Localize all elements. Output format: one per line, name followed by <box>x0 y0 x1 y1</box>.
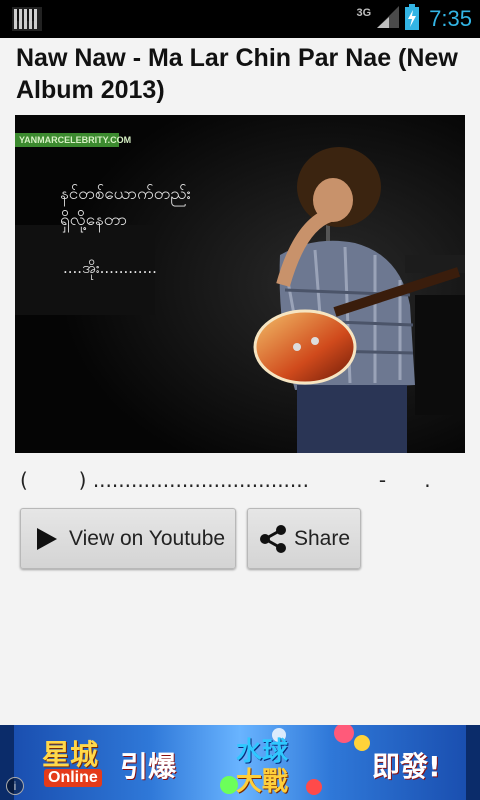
ad-banner-image: 星城 Online 引爆 水球 大戰 即發! <box>14 725 466 800</box>
watermark-label: YANMARCELEBRITY.COM <box>15 133 131 147</box>
ad-headline-left: 引爆 <box>120 750 177 783</box>
view-on-youtube-label: View on Youtube <box>69 526 226 550</box>
share-label: Share <box>294 526 351 550</box>
network-type-label: 3G <box>356 7 372 19</box>
play-icon <box>37 527 57 550</box>
app-notification-icon <box>12 7 42 31</box>
clock: 7:35 <box>429 6 472 31</box>
ad-info-icon[interactable]: i <box>6 777 24 795</box>
image-caption-line: ....အိုး............ <box>63 259 157 277</box>
battery-charging-icon <box>405 3 420 35</box>
status-bar: 3G 7:35 <box>0 0 480 38</box>
post-title: Naw Naw - Ma Lar Chin Par Nae (New Album… <box>16 44 458 104</box>
image-caption-line: ရှိလို့နေတာ <box>60 210 128 230</box>
image-caption-line: နင်တစ်ယောက်တည်း <box>60 184 192 204</box>
ad-banner[interactable]: 星城 Online 引爆 水球 大戰 即發! i <box>0 725 480 800</box>
view-on-youtube-button[interactable]: View on Youtube <box>20 508 236 569</box>
share-icon <box>258 524 288 554</box>
ad-headline-right: 即發! <box>372 750 441 783</box>
ad-online-text: Online <box>44 769 102 787</box>
ad-brand-text: 星城 <box>42 738 99 771</box>
ad-game-title-bottom: 大戰 <box>236 767 289 797</box>
signal-icon <box>377 5 400 33</box>
album-cover-image: YANMARCELEBRITY.COM နင်တစ်ယောက်တည်း ရှိလ… <box>15 115 465 453</box>
post-description: ( ) .................................. -… <box>20 468 431 492</box>
share-button[interactable]: Share <box>247 508 361 569</box>
